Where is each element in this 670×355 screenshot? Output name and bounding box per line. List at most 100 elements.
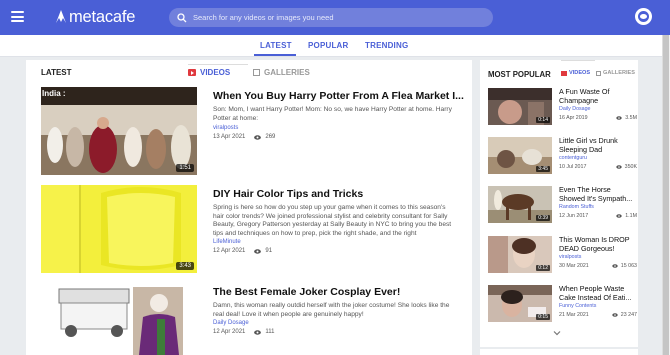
popular-meta: 21 Mar 2021 23 247 xyxy=(559,312,637,318)
popular-date: 30 Mar 2021 xyxy=(559,263,589,269)
logo-text: metacafe xyxy=(69,7,136,26)
video-views: 111 xyxy=(265,329,275,335)
most-popular-heading: MOST POPULAR xyxy=(488,70,551,79)
popular-thumbnail[interactable]: 0:39 xyxy=(488,186,552,223)
popular-title[interactable]: A Fun Waste Of Champagne xyxy=(559,87,637,105)
popular-meta: 12 Jun 2017 1.1M xyxy=(559,213,637,219)
video-item: The Best Female Joker Cosplay Ever! Damn… xyxy=(41,283,461,355)
sidebar-galleries-tab[interactable]: GALLERIES xyxy=(596,70,635,76)
logo[interactable]: metacafe xyxy=(54,6,135,28)
eye-icon xyxy=(616,116,622,120)
popular-thumbnail[interactable]: 0:14 xyxy=(488,88,552,125)
popular-thumbnail[interactable]: 0:12 xyxy=(488,236,552,273)
video-source[interactable]: Daily Dosage xyxy=(213,320,249,326)
popular-date: 21 Mar 2021 xyxy=(559,312,589,318)
latest-panel: LATEST VIDEOS GALLERIES India : 1:51 Whe… xyxy=(26,60,472,355)
nav-tabs: LATEST POPULAR TRENDING xyxy=(0,35,662,57)
popular-source[interactable]: Random Stuffs xyxy=(559,204,594,210)
popular-title[interactable]: This Woman Is DROP DEAD Gorgeous! xyxy=(559,235,637,253)
video-title[interactable]: When You Buy Harry Potter From A Flea Ma… xyxy=(213,90,464,103)
tab-latest[interactable]: LATEST xyxy=(260,41,292,50)
video-meta: 12 Apr 2021 91 xyxy=(213,248,272,254)
popular-source[interactable]: contentguru xyxy=(559,155,587,161)
eye-icon xyxy=(616,214,622,218)
tab-popular[interactable]: POPULAR xyxy=(308,41,349,50)
video-views: 91 xyxy=(265,248,273,254)
popular-thumbnail[interactable]: 3:45 xyxy=(488,137,552,174)
latest-heading: LATEST xyxy=(41,68,72,77)
popular-item: 0:14 A Fun Waste Of Champagne Daily Dosa… xyxy=(488,87,637,128)
divider xyxy=(188,64,248,65)
popular-views: 350K xyxy=(624,164,637,170)
popular-source[interactable]: Daily Dosage xyxy=(559,106,591,112)
duration-badge: 3:43 xyxy=(176,262,194,270)
popular-thumbnail[interactable]: 0:15 xyxy=(488,285,552,322)
eye-icon xyxy=(612,313,618,317)
video-date: 12 Apr 2021 xyxy=(213,329,246,335)
video-item: 3:43 DIY Hair Color Tips and Tricks Spri… xyxy=(41,185,461,277)
menu-icon[interactable] xyxy=(11,11,24,22)
video-icon xyxy=(561,70,567,76)
video-description: Son: Mom, I want Harry Potter! Mom: No s… xyxy=(213,106,452,122)
duration-badge: 3:45 xyxy=(536,166,550,172)
video-title[interactable]: DIY Hair Color Tips and Tricks xyxy=(213,188,458,201)
popular-date: 16 Apr 2019 xyxy=(559,115,588,121)
popular-views: 23 247 xyxy=(620,312,637,318)
search-input[interactable] xyxy=(193,13,483,22)
thumbnail-image xyxy=(41,87,197,175)
video-meta: 13 Apr 2021 269 xyxy=(213,134,275,140)
thumbnail-overlay-text: India : xyxy=(42,89,66,98)
most-popular-panel: MOST POPULAR VIDEOS GALLERIES 0:14 A Fun… xyxy=(480,60,638,347)
popular-item: 0:39 Even The Horse Showed It's Sympath.… xyxy=(488,185,637,226)
video-source[interactable]: LifeMinute xyxy=(213,239,241,245)
video-meta: 12 Apr 2021 111 xyxy=(213,329,275,335)
eye-icon xyxy=(615,165,622,169)
video-views: 269 xyxy=(265,134,276,140)
video-description: Spring is here so how do you step up you… xyxy=(213,204,452,237)
video-date: 12 Apr 2021 xyxy=(213,248,246,254)
chevron-down-icon[interactable] xyxy=(553,329,561,337)
search-bar[interactable] xyxy=(169,8,493,27)
popular-item: 3:45 Little Girl vs Drunk Sleeping Dad c… xyxy=(488,136,637,177)
popular-item: 0:15 When People Waste Cake Instead Of E… xyxy=(488,284,637,325)
popular-title[interactable]: Little Girl vs Drunk Sleeping Dad xyxy=(559,136,637,154)
sidebar-videos-tab-label: VIDEOS xyxy=(569,70,591,76)
eye-icon xyxy=(254,248,262,254)
video-description: Damn, this woman really outdid herself w… xyxy=(213,302,450,318)
scrollbar-thumb[interactable] xyxy=(663,35,669,355)
duration-badge: 1:51 xyxy=(176,164,194,172)
video-title[interactable]: The Best Female Joker Cosplay Ever! xyxy=(213,286,458,299)
popular-source[interactable]: Funny Contents xyxy=(559,303,596,309)
search-icon xyxy=(177,12,187,22)
eye-icon xyxy=(254,329,262,335)
popular-title[interactable]: Even The Horse Showed It's Sympath... xyxy=(559,185,637,203)
sidebar-galleries-tab-label: GALLERIES xyxy=(603,70,636,76)
popular-date: 12 Jun 2017 xyxy=(559,213,589,219)
popular-title[interactable]: When People Waste Cake Instead Of Eati..… xyxy=(559,284,637,302)
thumbnail-image xyxy=(41,283,197,355)
duration-badge: 0:14 xyxy=(536,117,550,123)
popular-meta: 16 Apr 2019 3.5M xyxy=(559,115,637,121)
sidebar-secondary-panel xyxy=(480,349,638,355)
video-thumbnail[interactable]: 3:43 xyxy=(41,185,197,273)
gallery-icon xyxy=(596,70,601,76)
gallery-icon xyxy=(253,69,260,76)
popular-source[interactable]: viralposts xyxy=(559,254,581,260)
video-item: India : 1:51 When You Buy Harry Potter F… xyxy=(41,87,464,179)
video-thumbnail[interactable]: India : 1:51 xyxy=(41,87,197,175)
galleries-tab[interactable]: GALLERIES xyxy=(253,68,310,77)
thumbnail-image xyxy=(41,185,197,273)
video-thumbnail[interactable] xyxy=(41,283,197,355)
videos-tab[interactable]: VIDEOS xyxy=(188,68,230,77)
tab-trending[interactable]: TRENDING xyxy=(365,41,408,50)
popular-item: 0:12 This Woman Is DROP DEAD Gorgeous! v… xyxy=(488,235,637,276)
duration-badge: 0:15 xyxy=(536,314,550,320)
sidebar-videos-tab[interactable]: VIDEOS xyxy=(561,70,590,76)
video-source[interactable]: viralposts xyxy=(213,125,238,131)
logo-mark-icon xyxy=(56,10,66,23)
user-avatar[interactable] xyxy=(635,8,652,25)
video-icon xyxy=(188,69,196,76)
galleries-tab-label: GALLERIES xyxy=(264,68,310,77)
eye-icon xyxy=(612,264,618,268)
user-icon xyxy=(638,11,649,22)
